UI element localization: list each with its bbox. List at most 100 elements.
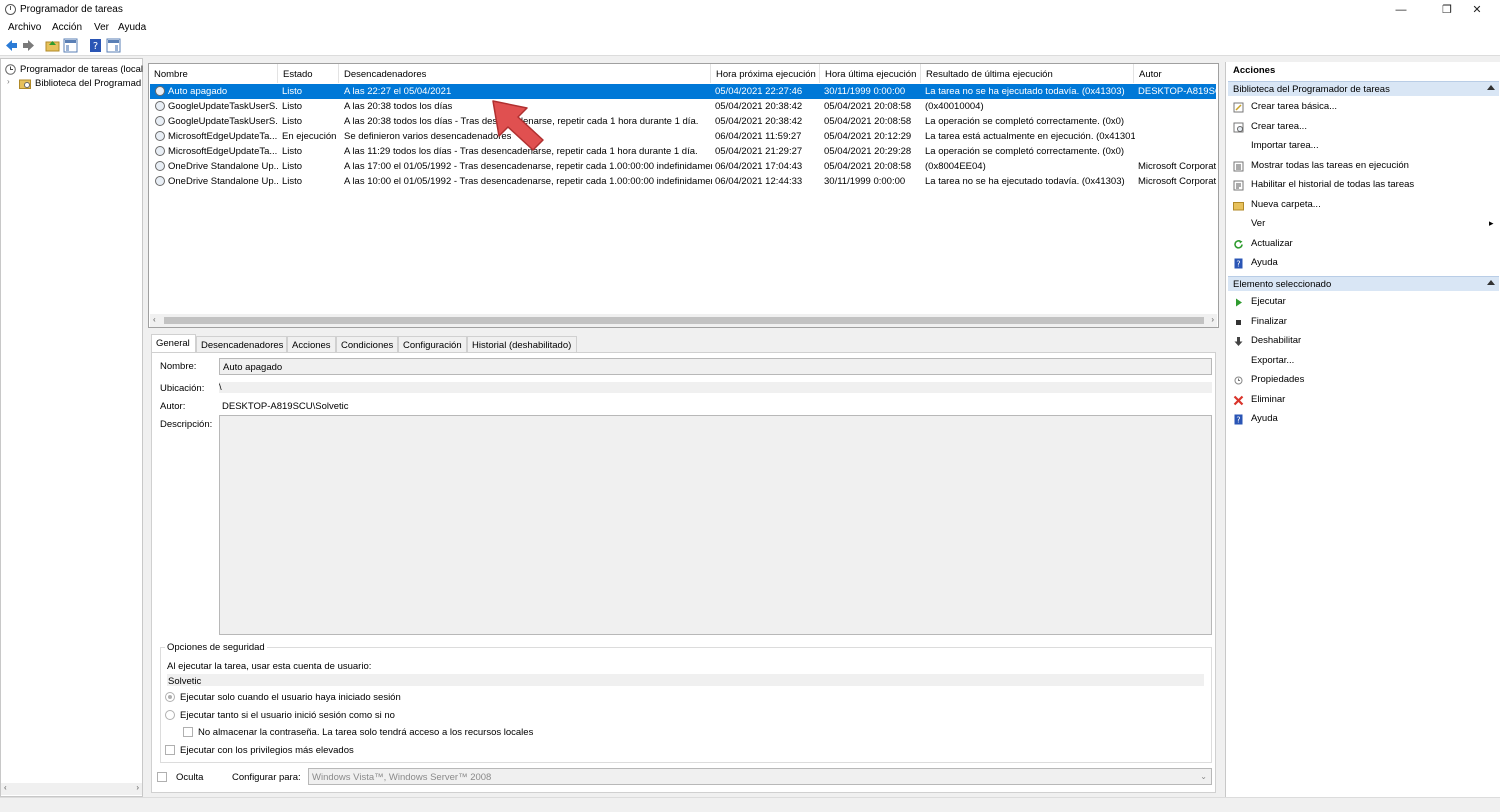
table-row[interactable]: OneDrive Standalone Up... Listo A las 10:0… xyxy=(150,174,1216,189)
console-tree: Programador de tareas (local › Bibliotec… xyxy=(0,58,143,797)
action-item[interactable]: Crear tarea... xyxy=(1251,121,1307,132)
help-toolbar-icon[interactable]: ? xyxy=(88,38,103,53)
checkbox-hidden[interactable] xyxy=(157,772,167,782)
tab-acciones[interactable]: Acciones xyxy=(287,336,336,352)
tree-item-library[interactable]: › Biblioteca del Programad xyxy=(7,77,143,91)
security-options-title: Opciones de seguridad xyxy=(165,642,267,653)
table-row[interactable]: GoogleUpdateTaskUserS... Listo A las 20:38… xyxy=(150,99,1216,114)
account-value: Solvetic xyxy=(168,676,202,687)
collapse-icon[interactable] xyxy=(1487,85,1495,90)
action-item[interactable]: Ejecutar xyxy=(1251,296,1286,307)
tab-configuracion[interactable]: Configuración xyxy=(398,336,467,352)
menu-accion[interactable]: Acción xyxy=(52,22,82,33)
tab-general[interactable]: General xyxy=(151,334,196,353)
column-header-hora-ultima[interactable]: Hora última ejecución xyxy=(820,64,921,83)
action-item[interactable]: Propiedades xyxy=(1251,374,1304,385)
cell-last-run: 05/04/2021 20:08:58 xyxy=(824,116,912,127)
close-button[interactable]: ✕ xyxy=(1454,0,1500,20)
checkbox-no-password[interactable] xyxy=(183,727,193,737)
configure-for-select[interactable]: Windows Vista™, Windows Server™ 2008 ⌄ xyxy=(308,768,1212,785)
column-header-autor[interactable]: Autor xyxy=(1134,64,1218,83)
task-clock-icon xyxy=(155,86,165,96)
tree-horizontal-scrollbar[interactable]: ‹ › xyxy=(1,783,142,795)
table-row[interactable]: OneDrive Standalone Up... Listo A las 17:0… xyxy=(150,159,1216,174)
checkbox-highest-privileges[interactable] xyxy=(165,745,175,755)
radio-only-logged-on-label: Ejecutar solo cuando el usuario haya ini… xyxy=(180,692,401,703)
table-row[interactable]: GoogleUpdateTaskUserS... Listo A las 20:38… xyxy=(150,114,1216,129)
scroll-left-icon[interactable]: ‹ xyxy=(153,315,156,324)
menu-ayuda[interactable]: Ayuda xyxy=(118,22,146,33)
table-row[interactable]: MicrosoftEdgeUpdateTa... En ejecución Se d… xyxy=(150,129,1216,144)
name-field[interactable]: Auto apagado xyxy=(219,358,1212,375)
action-item[interactable]: Finalizar xyxy=(1251,316,1287,327)
column-header-nombre[interactable]: Nombre xyxy=(149,64,278,83)
column-header-resultado[interactable]: Resultado de última ejecución xyxy=(921,64,1134,83)
radio-only-logged-on[interactable] xyxy=(165,692,175,702)
minimize-button[interactable]: — xyxy=(1378,0,1424,20)
show-hide-action-pane-icon[interactable] xyxy=(106,38,121,53)
cell-name: GoogleUpdateTaskUserS... xyxy=(168,101,278,112)
action-item[interactable]: Actualizar xyxy=(1251,238,1293,249)
show-hide-console-tree-icon[interactable] xyxy=(63,38,78,53)
play-icon xyxy=(1233,297,1244,308)
action-item[interactable]: Mostrar todas las tareas en ejecución xyxy=(1251,160,1409,171)
scroll-right-icon[interactable]: › xyxy=(136,783,139,792)
scroll-right-icon[interactable]: › xyxy=(1211,315,1214,324)
location-field-background xyxy=(219,382,1212,393)
column-header-estado[interactable]: Estado xyxy=(278,64,339,83)
section-selected-item[interactable]: Elemento seleccionado xyxy=(1228,276,1499,291)
tree-root-task-scheduler[interactable]: Programador de tareas (local xyxy=(5,63,143,77)
back-arrow-icon[interactable] xyxy=(4,38,19,53)
tab-condiciones[interactable]: Condiciones xyxy=(336,336,398,352)
chevron-right-icon[interactable]: › xyxy=(7,77,10,86)
stop-icon xyxy=(1233,317,1244,328)
column-header-hora-proxima[interactable]: Hora próxima ejecución xyxy=(711,64,820,83)
task-clock-icon xyxy=(155,131,165,141)
chevron-down-icon[interactable]: ⌄ xyxy=(1200,772,1207,781)
title-bar: Programador de tareas — ❐ ✕ xyxy=(0,0,1500,20)
name-label: Nombre: xyxy=(160,361,197,372)
up-folder-icon[interactable] xyxy=(45,38,60,53)
scrollbar-thumb[interactable] xyxy=(164,317,1204,324)
action-item[interactable]: Importar tarea... xyxy=(1251,140,1319,151)
menu-ver[interactable]: Ver xyxy=(94,22,109,33)
scroll-left-icon[interactable]: ‹ xyxy=(4,783,7,792)
action-item[interactable]: Ayuda xyxy=(1251,257,1278,268)
section-task-library-label: Biblioteca del Programador de tareas xyxy=(1233,84,1390,95)
cell-last-result: La operación se completó correctamente. … xyxy=(925,146,1125,157)
menu-archivo[interactable]: Archivo xyxy=(8,22,41,33)
create-task-icon xyxy=(1233,122,1244,133)
action-item[interactable]: Ayuda xyxy=(1251,413,1278,424)
submenu-arrow-icon[interactable]: ▸ xyxy=(1489,218,1494,229)
cell-next-run: 05/04/2021 20:38:42 xyxy=(715,116,803,127)
radio-always[interactable] xyxy=(165,710,175,720)
section-task-library[interactable]: Biblioteca del Programador de tareas xyxy=(1228,81,1499,96)
cell-name: GoogleUpdateTaskUserS... xyxy=(168,116,278,127)
clock-icon xyxy=(5,64,16,75)
cell-last-result: La tarea no se ha ejecutado todavía. (0x… xyxy=(925,86,1125,97)
cell-status: Listo xyxy=(282,161,303,172)
cell-last-result: (0x8004EE04) xyxy=(925,161,986,172)
cell-status: Listo xyxy=(282,146,303,157)
cell-last-result: La operación se completó correctamente. … xyxy=(925,116,1125,127)
tab-desencadenadores[interactable]: Desencadenadores xyxy=(196,336,287,352)
action-item[interactable]: Crear tarea básica... xyxy=(1251,101,1337,112)
action-item[interactable]: Nueva carpeta... xyxy=(1251,199,1321,210)
tab-historial[interactable]: Historial (deshabilitado) xyxy=(467,336,577,352)
cell-name: OneDrive Standalone Up... xyxy=(168,176,278,187)
collapse-icon[interactable] xyxy=(1487,280,1495,285)
description-field[interactable] xyxy=(219,415,1212,635)
action-item[interactable]: Exportar... xyxy=(1251,355,1294,366)
table-row[interactable]: Auto apagado Listo A las 22:27 el 05/04/20… xyxy=(150,84,1218,99)
action-item[interactable]: Ver xyxy=(1251,218,1265,229)
column-header-desencadenadores[interactable]: Desencadenadores xyxy=(339,64,711,83)
action-item[interactable]: Eliminar xyxy=(1251,394,1285,405)
forward-arrow-icon[interactable] xyxy=(21,38,36,53)
action-item[interactable]: Habilitar el historial de todas las tare… xyxy=(1251,179,1414,190)
horizontal-scrollbar[interactable]: ‹ › xyxy=(150,314,1217,327)
properties-icon xyxy=(1233,375,1244,386)
folder-icon xyxy=(1233,200,1244,211)
action-item[interactable]: Deshabilitar xyxy=(1251,335,1301,346)
table-row[interactable]: MicrosoftEdgeUpdateTa... Listo A las 11:29… xyxy=(150,144,1216,159)
account-field xyxy=(167,674,1204,686)
